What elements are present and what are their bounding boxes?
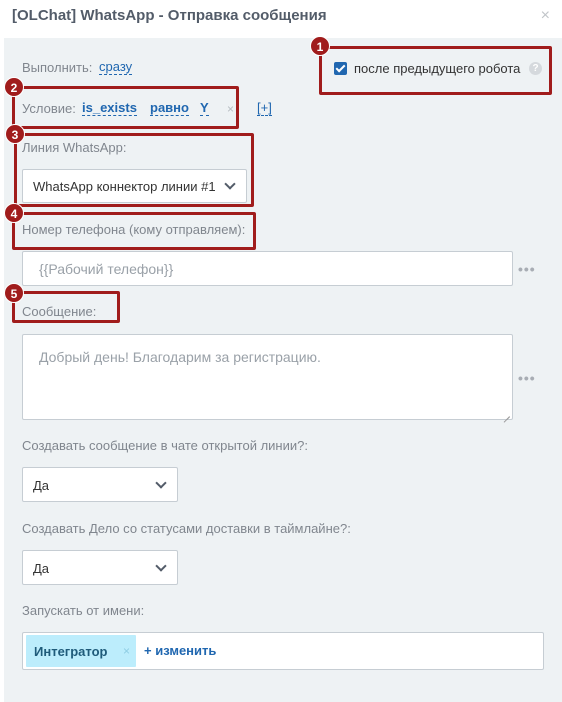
callout-badge-4: 4 xyxy=(4,203,24,223)
callout-frame-5 xyxy=(12,291,120,323)
create-deal-value: Да xyxy=(33,561,50,576)
create-deal-label: Создавать Дело со статусами доставки в т… xyxy=(22,521,351,536)
callout-frame-1 xyxy=(319,46,552,95)
execute-value-link[interactable]: сразу xyxy=(99,60,133,75)
callout-frame-3 xyxy=(14,133,254,207)
callout-badge-1: 1 xyxy=(310,36,330,56)
create-in-chat-select[interactable]: Да xyxy=(22,467,178,502)
callout-badge-3: 3 xyxy=(5,124,25,144)
message-more-icon[interactable]: ••• xyxy=(518,370,536,386)
phone-input[interactable]: {{Рабочий телефон}} xyxy=(22,251,513,286)
dialog-title: [OLChat] WhatsApp - Отправка сообщения xyxy=(12,7,327,24)
message-textarea[interactable]: Добрый день! Благодарим за регистрацию. xyxy=(22,334,513,420)
dialog-header: [OLChat] WhatsApp - Отправка сообщения × xyxy=(0,0,562,38)
add-condition-link[interactable]: [+] xyxy=(257,101,272,116)
create-deal-select[interactable]: Да xyxy=(22,550,178,585)
remove-user-icon[interactable]: × xyxy=(123,644,130,658)
resize-handle-icon[interactable] xyxy=(501,408,511,418)
run-as-label: Запускать от имени: xyxy=(22,603,145,618)
execute-label: Выполнить: xyxy=(22,60,93,75)
chevron-down-icon xyxy=(155,560,167,572)
callout-frame-4 xyxy=(12,212,256,250)
user-tag-label: Интегратор xyxy=(34,644,108,659)
callout-frame-2 xyxy=(12,86,239,129)
chevron-down-icon xyxy=(155,477,167,489)
callout-badge-2: 2 xyxy=(4,77,24,97)
callout-badge-5: 5 xyxy=(4,283,24,303)
create-in-chat-value: Да xyxy=(33,478,50,493)
change-user-link[interactable]: + изменить xyxy=(144,643,216,658)
phone-more-icon[interactable]: ••• xyxy=(518,261,536,277)
create-in-chat-label: Создавать сообщение в чате открытой лини… xyxy=(22,438,308,453)
run-as-field[interactable]: Интегратор × + изменить xyxy=(22,632,544,670)
user-tag: Интегратор × xyxy=(26,635,136,667)
message-textarea-value: Добрый день! Благодарим за регистрацию. xyxy=(39,349,321,365)
phone-input-value: {{Рабочий телефон}} xyxy=(39,261,174,277)
close-icon[interactable]: × xyxy=(541,8,550,24)
